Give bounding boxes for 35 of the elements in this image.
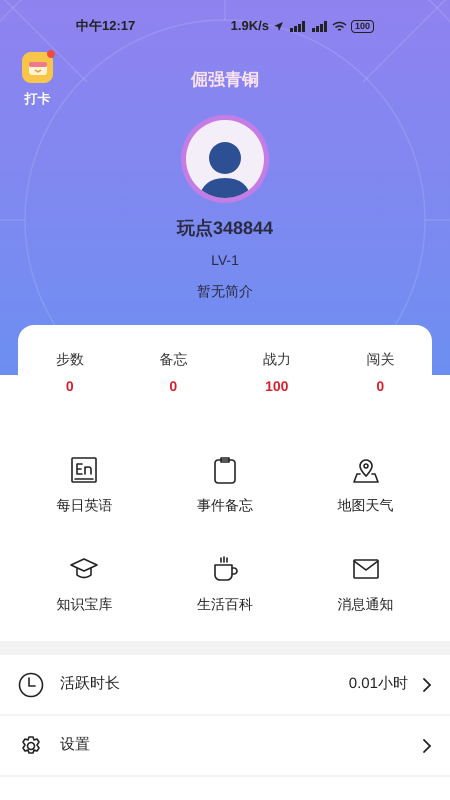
menu-value: 0.01小时: [348, 674, 408, 694]
chevron-right-icon: [422, 738, 432, 754]
stat-label: 步数: [56, 350, 84, 369]
feature-item[interactable]: 知识宝库: [14, 554, 155, 615]
feature-item[interactable]: 事件备忘: [154, 455, 296, 516]
clock-icon: [18, 672, 44, 698]
stat-value: 0: [169, 377, 178, 396]
feature-item[interactable]: 每日英语: [14, 455, 155, 516]
feature-item[interactable]: 消息通知: [295, 554, 436, 615]
user-bio: 暂无简介: [197, 282, 253, 300]
signal-icon: [310, 20, 328, 32]
status-time: 中午12:17: [76, 17, 136, 36]
feature-item[interactable]: 生活百科: [154, 554, 296, 615]
wifi-icon: [332, 20, 347, 32]
user-level: LV-1: [211, 250, 239, 270]
checkin-button[interactable]: [22, 52, 53, 83]
location-arrow-icon: [272, 20, 284, 32]
stat-value: 100: [265, 377, 288, 396]
stat-label: 闯关: [366, 350, 394, 369]
feature-item[interactable]: 地图天气: [295, 455, 436, 516]
battery-indicator: 100: [350, 20, 374, 32]
menu-item[interactable]: 设置: [0, 716, 450, 777]
stat-label: 战力: [262, 350, 291, 369]
user-name: 玩点348844: [176, 216, 274, 240]
calendar-icon: [28, 60, 48, 76]
checkin-label: 打卡: [24, 90, 50, 108]
stat-value: 0: [376, 377, 384, 396]
rank-title: 倔强青铜: [191, 69, 259, 91]
network-speed: 1.9K/s: [230, 17, 269, 36]
stat-label: 备忘: [159, 350, 188, 369]
english-book-icon: [69, 455, 100, 485]
stat-value: 0: [66, 377, 74, 396]
menu-item[interactable]: 活跃时长 0.01小时: [0, 655, 450, 716]
signal-icon: [288, 20, 306, 32]
chevron-right-icon: [422, 676, 432, 692]
